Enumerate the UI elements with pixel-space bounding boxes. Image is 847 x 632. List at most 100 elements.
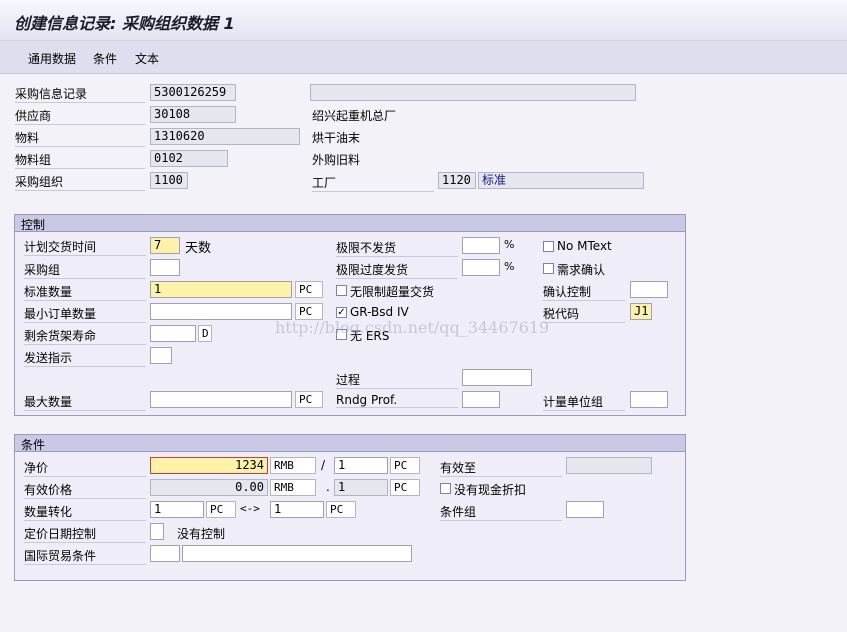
underdelivery-unit: % <box>504 238 515 251</box>
shelf-life-label: 剩余货架寿命 <box>24 327 146 345</box>
net-price-currency: RMB <box>270 457 316 474</box>
qty-conv-label: 数量转化 <box>24 503 146 521</box>
price-unit-field[interactable]: 1 <box>334 457 388 474</box>
price-date-label: 定价日期控制 <box>24 525 146 543</box>
menu-general-data[interactable]: 通用数据 <box>28 50 76 67</box>
max-qty-field[interactable] <box>150 391 292 408</box>
material-group-desc: 外购旧料 <box>312 153 361 167</box>
eff-unit-field: 1 <box>334 479 388 496</box>
net-price-label: 净价 <box>24 459 146 477</box>
material-label: 物料 <box>15 129 145 147</box>
price-unit-uom: PC <box>390 457 420 474</box>
standard-qty-field[interactable]: 1 <box>150 281 292 298</box>
no-cash-disc-checkbox[interactable] <box>440 483 451 494</box>
no-ers-checkbox[interactable] <box>336 329 347 340</box>
title-bar: 创建信息记录: 采购组织数据 1 <box>0 0 847 41</box>
incoterms-field[interactable] <box>150 545 180 562</box>
net-price-field[interactable]: 1234 <box>150 457 268 474</box>
menu-text[interactable]: 文本 <box>135 50 159 67</box>
ack-req-checkbox[interactable] <box>543 263 554 274</box>
tax-code-label: 税代码 <box>543 305 625 323</box>
purch-org-label: 采购组织 <box>15 173 145 191</box>
info-record-label: 采购信息记录 <box>15 85 145 103</box>
valid-to-label: 有效至 <box>440 459 562 477</box>
price-slash: / <box>321 458 326 472</box>
info-record-field[interactable]: 5300126259 <box>150 84 236 101</box>
menu-conditions[interactable]: 条件 <box>93 50 117 67</box>
eff-price-field: 0.00 <box>150 479 268 496</box>
valid-to-field[interactable] <box>566 457 652 474</box>
incoterms-label: 国际贸易条件 <box>24 547 146 565</box>
qty-conv-right-uom: PC <box>326 501 356 518</box>
planned-delivery-label: 计划交货时间 <box>24 238 146 256</box>
vendor-name: 绍兴起重机总厂 <box>312 109 397 123</box>
unit-group-field[interactable] <box>630 391 668 408</box>
shipping-instr-field[interactable] <box>150 347 172 364</box>
eff-price-currency: RMB <box>270 479 316 496</box>
qty-conv-right-field[interactable]: 1 <box>270 501 324 518</box>
min-order-unit: PC <box>295 303 323 320</box>
purch-group-field[interactable] <box>150 259 180 276</box>
min-order-field[interactable] <box>150 303 292 320</box>
planned-delivery-unit: 天数 <box>185 241 212 256</box>
shipping-instr-label: 发送指示 <box>24 349 146 367</box>
conditions-group-title: 条件 <box>21 438 46 452</box>
material-field[interactable]: 1310620 <box>150 128 300 145</box>
price-date-field[interactable] <box>150 523 164 540</box>
grbsd-checkbox[interactable]: ✓ <box>336 307 347 318</box>
overdelivery-field[interactable] <box>462 259 500 276</box>
qty-conv-left-field[interactable]: 1 <box>150 501 204 518</box>
plant-field[interactable]: 1120 <box>438 172 476 189</box>
rndg-field[interactable] <box>462 391 500 408</box>
vendor-label: 供应商 <box>15 107 145 125</box>
grbsd-label: GR-Bsd IV <box>350 305 409 319</box>
min-order-label: 最小订单数量 <box>24 305 146 323</box>
overdelivery-label: 极限过度发货 <box>336 261 458 279</box>
material-group-label: 物料组 <box>15 151 145 169</box>
underdelivery-field[interactable] <box>462 237 500 254</box>
overdelivery-unit: % <box>504 260 515 273</box>
purch-org-field[interactable]: 1100 <box>150 172 188 189</box>
standard-qty-label: 标准数量 <box>24 283 146 301</box>
rndg-label: Rndg Prof. <box>336 393 458 408</box>
control-group-title: 控制 <box>21 218 46 232</box>
eff-unit-uom: PC <box>390 479 420 496</box>
cond-group-field[interactable] <box>566 501 604 518</box>
eff-price-dot: . <box>326 480 330 494</box>
vendor-field[interactable]: 30108 <box>150 106 236 123</box>
material-group-field[interactable]: 0102 <box>150 150 228 167</box>
unit-group-label: 计量单位组 <box>543 393 625 411</box>
tax-code-field[interactable]: J1 <box>630 303 652 320</box>
shelf-life-unit: D <box>198 325 212 342</box>
eff-price-label: 有效价格 <box>24 481 146 499</box>
conf-ctrl-field[interactable] <box>630 281 668 298</box>
price-date-text: 没有控制 <box>177 527 226 541</box>
standard-qty-unit: PC <box>295 281 323 298</box>
conditions-group-header: 条件 <box>15 435 685 452</box>
underdelivery-label: 极限不发货 <box>336 239 458 257</box>
cond-group-label: 条件组 <box>440 503 562 521</box>
no-ers-label: 无 ERS <box>350 329 390 343</box>
no-mtext-label: No MText <box>557 239 612 253</box>
material-desc: 烘干油末 <box>312 131 361 145</box>
info-record-desc-field[interactable] <box>310 84 636 101</box>
page-title: 创建信息记录: 采购组织数据 1 <box>14 14 235 33</box>
unlimited-checkbox[interactable] <box>336 285 347 296</box>
no-cash-disc-label: 没有现金折扣 <box>454 483 527 497</box>
unlimited-label: 无限制超量交货 <box>350 285 435 299</box>
planned-delivery-field[interactable]: 7 <box>150 237 180 254</box>
purch-group-label: 采购组 <box>24 261 146 279</box>
plant-label: 工厂 <box>312 174 434 192</box>
ack-req-label: 需求确认 <box>557 263 606 277</box>
qty-conv-left-uom: PC <box>206 501 236 518</box>
max-qty-unit: PC <box>295 391 323 408</box>
incoterms-location-field[interactable] <box>182 545 412 562</box>
menu-bar: 通用数据 条件 文本 <box>0 41 847 74</box>
process-field[interactable] <box>462 369 532 386</box>
conf-ctrl-label: 确认控制 <box>543 283 625 301</box>
shelf-life-field[interactable] <box>150 325 196 342</box>
no-mtext-checkbox[interactable] <box>543 241 554 252</box>
max-qty-label: 最大数量 <box>24 393 146 411</box>
plant-desc-field: 标准 <box>478 172 644 189</box>
qty-conv-arrow: <-> <box>240 502 260 515</box>
